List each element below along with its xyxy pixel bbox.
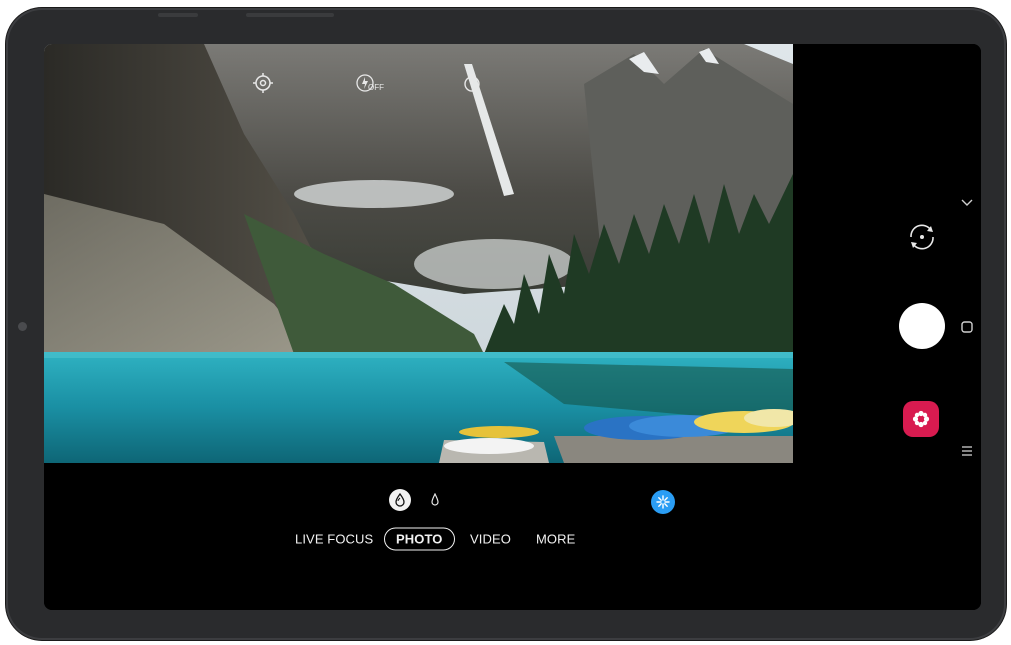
mode-live-focus[interactable]: LIVE FOCUS: [295, 532, 373, 547]
chevron-down-icon[interactable]: [961, 194, 973, 212]
settings-icon[interactable]: [252, 72, 274, 94]
viewfinder-preview: [44, 44, 793, 463]
front-camera: [18, 322, 27, 331]
camera-screen: OFF LIVE FOCUS PHOTO VIDEO MORE: [44, 44, 981, 610]
normal-lens-icon[interactable]: [428, 492, 442, 508]
flash-off-icon[interactable]: OFF: [354, 72, 384, 94]
mode-photo[interactable]: PHOTO: [384, 527, 455, 551]
power-button: [246, 13, 334, 17]
timer-icon[interactable]: [461, 72, 483, 94]
wide-lens-icon[interactable]: [389, 489, 411, 511]
mode-more[interactable]: MORE: [536, 532, 575, 547]
home-icon[interactable]: [961, 320, 973, 338]
mode-video[interactable]: VIDEO: [470, 532, 511, 547]
recents-icon[interactable]: [961, 444, 973, 462]
filter-icon[interactable]: [651, 490, 675, 514]
gallery-icon[interactable]: [903, 401, 939, 437]
right-controls: [793, 44, 981, 610]
shutter-button[interactable]: [899, 303, 945, 349]
switch-camera-icon[interactable]: [903, 218, 941, 256]
flash-off-label: OFF: [368, 83, 384, 92]
viewfinder[interactable]: OFF: [44, 44, 793, 463]
volume-button: [158, 13, 198, 17]
